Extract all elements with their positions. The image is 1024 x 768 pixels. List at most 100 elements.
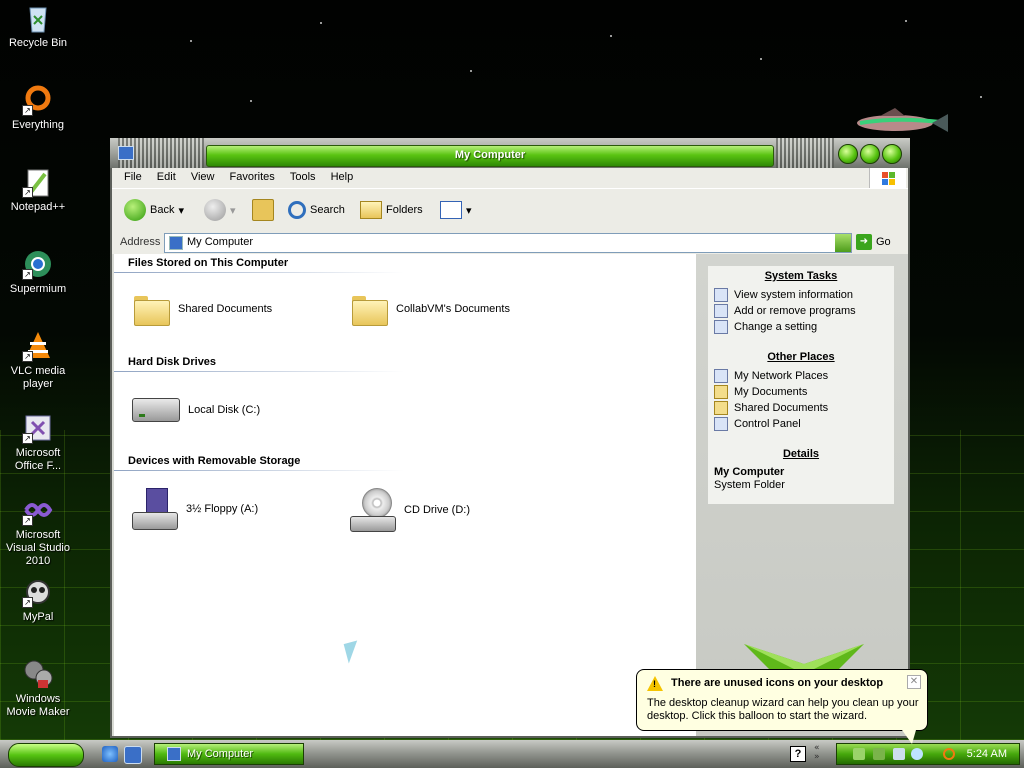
internet-explorer-icon[interactable] (102, 746, 118, 762)
toolbar-expand-chevron-icon[interactable]: «» (814, 744, 820, 762)
desktop-icon-visual-studio[interactable]: ↗ Microsoft Visual Studio 2010 (0, 494, 76, 568)
star (250, 100, 252, 102)
shortcut-arrow-icon: ↗ (22, 187, 33, 198)
link-label: My Network Places (734, 370, 829, 382)
system-info-icon (714, 288, 728, 302)
address-field[interactable]: My Computer (164, 233, 852, 253)
folders-label: Folders (386, 204, 423, 216)
group-divider (114, 470, 404, 471)
group-header-hdd: Hard Disk Drives (128, 356, 217, 368)
close-icon[interactable]: ✕ (907, 675, 921, 689)
desktop-icon-office[interactable]: ↗ Microsoft Office F... (0, 412, 76, 473)
title-bar-center: My Computer (206, 145, 774, 167)
chevron-down-icon[interactable]: ▾ (178, 204, 184, 217)
link-control-panel[interactable]: Control Panel (714, 417, 801, 431)
tray-everything-icon[interactable] (943, 748, 955, 760)
address-dropdown-button[interactable] (835, 234, 851, 252)
menu-help[interactable]: Help (325, 168, 360, 186)
details-header[interactable]: Details (708, 448, 894, 460)
desktop-icon-supermium[interactable]: ↗ Supermium (0, 248, 76, 296)
control-panel-icon (714, 417, 728, 431)
system-tray: 5:24 AM (836, 743, 1020, 765)
item-local-disk-c[interactable]: Local Disk (C:) (132, 398, 260, 422)
menu-edit[interactable]: Edit (151, 168, 182, 186)
chevron-down-icon[interactable]: ▾ (230, 204, 236, 217)
taskbar: My Computer ? «» 5:24 AM (0, 740, 1024, 768)
balloon-title: There are unused icons on your desktop (671, 677, 884, 689)
forward-arrow-icon (204, 199, 226, 221)
search-button[interactable]: Search (288, 197, 345, 223)
link-label: Add or remove programs (734, 305, 856, 317)
shortcut-arrow-icon: ↗ (22, 515, 33, 526)
link-add-remove-programs[interactable]: Add or remove programs (714, 304, 856, 318)
menu-tools[interactable]: Tools (284, 168, 322, 186)
taskbar-button-my-computer[interactable]: My Computer (154, 743, 304, 765)
other-places-header[interactable]: Other Places (708, 351, 894, 363)
search-label: Search (310, 204, 345, 216)
tray-network-icon[interactable] (853, 748, 865, 760)
address-value: My Computer (187, 236, 254, 248)
tray-info-icon[interactable] (911, 748, 923, 760)
link-shared-documents[interactable]: Shared Documents (714, 401, 828, 415)
shortcut-arrow-icon: ↗ (22, 433, 33, 444)
link-label: My Documents (734, 386, 808, 398)
desktop-icon-vlc[interactable]: ↗ VLC media player (0, 330, 76, 391)
desktop-icon-everything[interactable]: ↗ Everything (0, 84, 76, 132)
folder-icon (134, 294, 170, 326)
menu-file[interactable]: File (118, 168, 148, 186)
star (905, 20, 907, 22)
link-change-setting[interactable]: Change a setting (714, 320, 817, 334)
folder-icon (352, 294, 388, 326)
item-collabvm-documents[interactable]: CollabVM's Documents (352, 294, 510, 326)
forward-button[interactable]: ▾ (204, 197, 236, 223)
clock[interactable]: 5:24 AM (967, 748, 1007, 760)
start-button[interactable] (8, 743, 84, 767)
item-shared-documents[interactable]: Shared Documents (134, 294, 273, 326)
link-my-documents[interactable]: My Documents (714, 385, 807, 399)
task-pane-panel: System Tasks View system information Add… (708, 266, 894, 504)
desktop-icon-label: Microsoft Visual Studio 2010 (5, 529, 70, 567)
system-tasks-header[interactable]: System Tasks (708, 270, 894, 282)
item-cd-drive-d[interactable]: CD Drive (D:) (350, 488, 470, 532)
desktop-icon-movie-maker[interactable]: Windows Movie Maker (0, 658, 76, 719)
tray-settings-icon[interactable] (873, 748, 885, 760)
item-floppy-a[interactable]: 3½ Floppy (A:) (132, 488, 258, 530)
close-button[interactable] (882, 144, 902, 164)
title-bar-decoration (776, 138, 834, 168)
desktop-icon-mypal[interactable]: ↗ MyPal (0, 576, 76, 624)
menu-view[interactable]: View (185, 168, 221, 186)
item-label: Shared Documents (178, 303, 273, 315)
computer-icon[interactable] (118, 146, 134, 160)
folders-icon (360, 201, 382, 219)
address-label: Address (120, 236, 161, 248)
task-pane: System Tasks View system information Add… (696, 254, 908, 736)
views-icon (440, 201, 462, 219)
link-my-network-places[interactable]: My Network Places (714, 369, 828, 383)
link-view-system-information[interactable]: View system information (714, 288, 853, 302)
desktop-icon-recycle-bin[interactable]: Recycle Bin (0, 2, 76, 50)
views-button[interactable]: ▾ (440, 197, 472, 223)
desktop-icon-label: Windows Movie Maker (6, 693, 70, 718)
go-button[interactable]: ➜ Go (856, 234, 891, 250)
notepadpp-icon: ↗ (22, 166, 54, 198)
desktop-icon-notepadpp[interactable]: ↗ Notepad++ (0, 166, 76, 214)
tray-sync-icon[interactable] (893, 748, 905, 760)
title-bar[interactable]: My Computer (110, 138, 910, 168)
chevron-down-icon[interactable]: ▾ (466, 204, 472, 217)
add-remove-icon (714, 304, 728, 318)
show-desktop-icon[interactable] (124, 746, 142, 764)
window-title: My Computer (454, 149, 526, 161)
link-label: Shared Documents (734, 402, 829, 414)
folders-button[interactable]: Folders (360, 197, 423, 223)
menu-favorites[interactable]: Favorites (224, 168, 281, 186)
notification-balloon[interactable]: ! There are unused icons on your desktop… (636, 669, 928, 731)
star (320, 22, 322, 24)
up-folder-button[interactable] (252, 197, 274, 223)
group-header-removable: Devices with Removable Storage (128, 455, 301, 467)
minimize-button[interactable] (838, 144, 858, 164)
balloon-message: The desktop cleanup wizard can help you … (647, 697, 919, 722)
movie-maker-icon (22, 658, 54, 690)
maximize-button[interactable] (860, 144, 880, 164)
back-button[interactable]: Back ▾ (124, 197, 184, 223)
help-icon[interactable]: ? (790, 746, 806, 762)
